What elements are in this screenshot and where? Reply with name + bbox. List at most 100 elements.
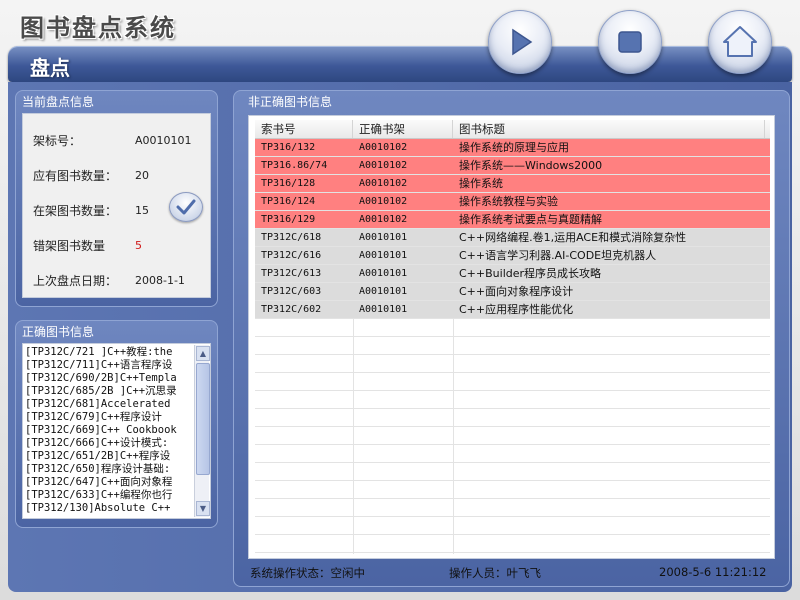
correct-books-listbox[interactable]: [TP312C/721 ]C++教程:the [TP312C/711]C++语言程… (22, 343, 211, 519)
table-row[interactable]: TP316/132 A0010102 操作系统的原理与应用 (255, 139, 770, 157)
column-header-book-title[interactable]: 图书标题 (453, 120, 765, 138)
list-item[interactable]: [TP312C/651/2B]C++程序设 (25, 450, 197, 463)
list-item[interactable]: [TP312C/650]程序设计基础: (25, 463, 197, 476)
table-row (255, 535, 770, 553)
list-item[interactable]: [TP312C/633]C++编程你也行 (25, 489, 197, 502)
table-row[interactable]: TP316/124 A0010102 操作系统教程与实验 (255, 193, 770, 211)
expected-count-label: 应有图书数量： (33, 169, 118, 183)
table-row (255, 319, 770, 337)
correct-books-scrollbar[interactable]: ▲ ▼ (194, 345, 210, 517)
correct-shelf-cell: A0010101 (359, 304, 408, 315)
scroll-thumb[interactable] (196, 363, 210, 475)
table-row (255, 553, 770, 554)
list-item[interactable]: [TP312C/666]C++设计模式: (25, 437, 197, 450)
expected-count-value: 20 (135, 169, 149, 182)
table-row[interactable]: TP312C/618 A0010101 C++网络编程.卷1,运用ACE和模式消除复… (255, 229, 770, 247)
book-title-cell: C++Builder程序员成长攻略 (459, 267, 602, 280)
current-info-body: 架标号： A0010101 应有图书数量： 20 在架图书数量： 15 错架图书… (22, 113, 211, 298)
misplaced-count-value: 5 (135, 239, 142, 252)
book-title-cell: C++网络编程.卷1,运用ACE和模式消除复杂性 (459, 231, 687, 244)
correct-shelf-cell: A0010102 (359, 196, 408, 207)
book-title-cell: 操作系统考试要点与真题精解 (459, 213, 602, 226)
list-item[interactable]: [TP312/130]Absolute C++ (25, 502, 197, 515)
table-row (255, 409, 770, 427)
correct-shelf-cell: A0010102 (359, 178, 408, 189)
stop-icon (618, 31, 642, 53)
correct-shelf-cell: A0010101 (359, 286, 408, 297)
scroll-up-icon[interactable]: ▲ (196, 346, 210, 361)
status-datetime: 2008-5-6 11:21:12 (659, 565, 767, 579)
list-item[interactable]: [TP312C/679]C++程序设计 (25, 411, 197, 424)
onshelf-count-label: 在架图书数量： (33, 204, 118, 218)
correct-books-list[interactable]: [TP312C/721 ]C++教程:the [TP312C/711]C++语言程… (25, 346, 197, 518)
incorrect-books-panel: 非正确图书信息 索书号 正确书架 图书标题 TP316/132 A0010102 操… (233, 90, 790, 587)
section-banner: 盘点 (8, 46, 792, 82)
book-title-cell: 操作系统 (459, 177, 503, 190)
call-number-cell: TP316/124 (261, 196, 316, 207)
table-row (255, 391, 770, 409)
column-header-correct-shelf[interactable]: 正确书架 (353, 120, 453, 138)
table-row (255, 445, 770, 463)
list-item[interactable]: [TP312C/669]C++ Cookbook (25, 424, 197, 437)
correct-shelf-cell: A0010101 (359, 250, 408, 261)
table-row[interactable]: TP316.86/74 A0010102 操作系统——Windows2000 (255, 157, 770, 175)
call-number-cell: TP316/129 (261, 214, 316, 225)
list-item[interactable]: [TP312C/647]C++面向对象程 (25, 476, 197, 489)
play-icon (512, 28, 533, 56)
table-row (255, 463, 770, 481)
check-icon (176, 199, 196, 215)
call-number-cell: TP316/128 (261, 178, 316, 189)
current-info-panel: 当前盘点信息 架标号： A0010101 应有图书数量： 20 在架图书数量： … (15, 90, 218, 307)
table-row[interactable]: TP316/129 A0010102 操作系统考试要点与真题精解 (255, 211, 770, 229)
call-number-cell: TP312C/603 (261, 286, 322, 297)
table-row[interactable]: TP312C/613 A0010101 C++Builder程序员成长攻略 (255, 265, 770, 283)
confirm-button[interactable] (169, 192, 203, 222)
shelf-label: 架标号： (33, 134, 82, 148)
stop-button[interactable] (598, 10, 662, 74)
book-title-cell: 操作系统——Windows2000 (459, 159, 603, 172)
call-number-cell: TP312C/618 (261, 232, 322, 243)
system-status: 系统操作状态：空闲中 (250, 566, 365, 580)
list-item[interactable]: [TP312C/711]C++语言程序设 (25, 359, 197, 372)
scroll-down-icon[interactable]: ▼ (196, 501, 210, 516)
operator-label: 操作人员：叶飞飞 (449, 566, 541, 580)
table-row (255, 481, 770, 499)
column-header-call-number[interactable]: 索书号 (255, 120, 353, 138)
call-number-cell: TP312C/616 (261, 250, 322, 261)
misplaced-count-label: 错架图书数量 (33, 239, 106, 253)
table-row[interactable]: TP316/128 A0010102 操作系统 (255, 175, 770, 193)
book-title-cell: C++应用程序性能优化 (459, 303, 574, 316)
table-row (255, 355, 770, 373)
correct-books-panel: 正确图书信息 [TP312C/721 ]C++教程:the [TP312C/711… (15, 320, 218, 528)
call-number-cell: TP316.86/74 (261, 160, 328, 171)
shelf-value: A0010101 (135, 134, 192, 147)
table-row[interactable]: TP312C/616 A0010101 C++语言学习利器.AI-CODE坦克机器人 (255, 247, 770, 265)
last-date-value: 2008-1-1 (135, 274, 185, 287)
list-item[interactable]: [TP312C/721 ]C++教程:the (25, 346, 197, 359)
call-number-cell: TP312C/613 (261, 268, 322, 279)
table-row (255, 499, 770, 517)
list-item[interactable]: [TP312C/681]Accelerated (25, 398, 197, 411)
call-number-cell: TP316/132 (261, 142, 316, 153)
banner-title: 盘点 (30, 56, 70, 80)
onshelf-count-value: 15 (135, 204, 149, 217)
book-title-cell: 操作系统的原理与应用 (459, 141, 569, 154)
home-button[interactable] (708, 10, 772, 74)
play-button[interactable] (488, 10, 552, 74)
incorrect-books-table: 索书号 正确书架 图书标题 TP316/132 A0010102 操作系统的原理与应… (248, 115, 775, 559)
table-row[interactable]: TP312C/602 A0010101 C++应用程序性能优化 (255, 301, 770, 319)
correct-shelf-cell: A0010101 (359, 268, 408, 279)
table-row (255, 517, 770, 535)
table-row (255, 337, 770, 355)
book-title-cell: 操作系统教程与实验 (459, 195, 558, 208)
table-row[interactable]: TP312C/603 A0010101 C++面向对象程序设计 (255, 283, 770, 301)
home-icon (723, 26, 757, 57)
book-title-cell: C++语言学习利器.AI-CODE坦克机器人 (459, 249, 657, 262)
correct-shelf-cell: A0010102 (359, 214, 408, 225)
last-date-label: 上次盘点日期： (33, 274, 118, 288)
list-item[interactable]: [TP312C/690/2B]C++Templa (25, 372, 197, 385)
table-row (255, 427, 770, 445)
call-number-cell: TP312C/602 (261, 304, 322, 315)
list-item[interactable]: [TP312C/685/2B ]C++沉思录 (25, 385, 197, 398)
correct-books-title: 正确图书信息 (22, 325, 95, 339)
